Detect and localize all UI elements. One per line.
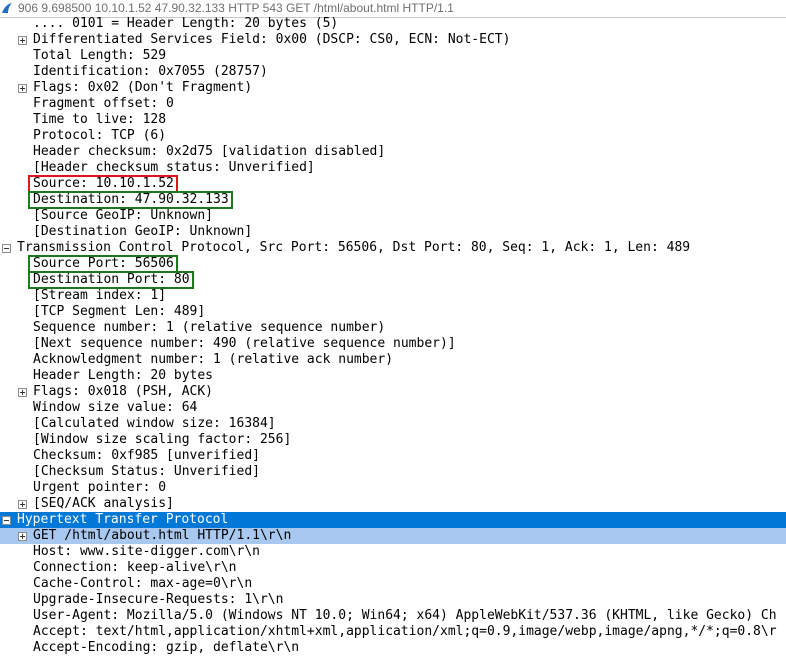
tree-row[interactable]: Destination: 47.90.32.133 [0,191,786,209]
tree-row[interactable]: [Window size scaling factor: 256] [0,432,786,448]
tree-row-label: Fragment offset: 0 [33,96,174,111]
tree-row[interactable]: [Stream index: 1] [0,288,786,304]
tree-row[interactable]: [Destination GeoIP: Unknown] [0,224,786,240]
tree-row[interactable]: [Checksum Status: Unverified] [0,464,786,480]
tree-row[interactable]: User-Agent: Mozilla/5.0 (Windows NT 10.0… [0,608,786,624]
tree-row[interactable]: [Next sequence number: 490 (relative seq… [0,336,786,352]
tree-row-label: Destination: 47.90.32.133 [33,192,229,207]
tree-row[interactable]: Protocol: TCP (6) [0,128,786,144]
tree-row[interactable]: Flags: 0x02 (Don't Fragment) [0,80,786,96]
tree-row-label: [Destination GeoIP: Unknown] [33,224,253,239]
tree-row-label: Upgrade-Insecure-Requests: 1\r\n [33,592,284,607]
tree-row[interactable]: Urgent pointer: 0 [0,480,786,496]
tree-row-label: Time to live: 128 [33,112,167,127]
tree-row-label: [TCP Segment Len: 489] [33,304,206,319]
shark-fin-icon [2,3,12,13]
tree-row[interactable]: .... 0101 = Header Length: 20 bytes (5) [0,16,786,32]
tree-row-label: Flags: 0x018 (PSH, ACK) [33,384,214,399]
tree-row-label: Header checksum: 0x2d75 [validation disa… [33,144,386,159]
tree-row-label: .... 0101 = Header Length: 20 bytes (5) [33,16,339,31]
tree-row[interactable]: Hypertext Transfer Protocol [0,512,786,528]
tree-row-label: Transmission Control Protocol, Src Port:… [17,240,691,255]
tree-row[interactable]: Cache-Control: max-age=0\r\n [0,576,786,592]
tree-row[interactable]: Source: 10.10.1.52 [0,175,786,193]
expand-icon[interactable] [18,36,27,45]
tree-row-label: Total Length: 529 [33,48,167,63]
tree-row-label: [Checksum Status: Unverified] [33,464,260,479]
tree-row-label: Connection: keep-alive\r\n [33,560,237,575]
tree-row-label: Header Length: 20 bytes [33,368,214,383]
expand-icon[interactable] [18,84,27,93]
tree-row-label: [SEQ/ACK analysis] [33,496,174,511]
tree-row-label: [Stream index: 1] [33,288,167,303]
tree-row[interactable]: Accept: text/html,application/xhtml+xml,… [0,624,786,640]
tree-row-label: [Window size scaling factor: 256] [33,432,292,447]
tree-row-label: Accept: text/html,application/xhtml+xml,… [33,624,777,639]
tree-row[interactable]: Transmission Control Protocol, Src Port:… [0,240,786,256]
tree-row-label: Cache-Control: max-age=0\r\n [33,576,253,591]
collapse-icon[interactable] [2,244,11,253]
tree-row-label: GET /html/about.html HTTP/1.1\r\n [33,528,292,543]
tree-row-label: Sequence number: 1 (relative sequence nu… [33,320,386,335]
tree-row-label: Flags: 0x02 (Don't Fragment) [33,80,253,95]
tree-row-label: Hypertext Transfer Protocol [17,512,229,527]
tree-row-label: [Header checksum status: Unverified] [33,160,315,175]
tree-row[interactable]: Flags: 0x018 (PSH, ACK) [0,384,786,400]
tree-row-label: [Calculated window size: 16384] [33,416,276,431]
tree-row[interactable]: Differentiated Services Field: 0x00 (DSC… [0,32,786,48]
tree-row-label: [Next sequence number: 490 (relative seq… [33,336,456,351]
expand-icon[interactable] [18,532,27,541]
tree-row[interactable]: Window size value: 64 [0,400,786,416]
tree-row-label: Acknowledgment number: 1 (relative ack n… [33,352,394,367]
tree-row[interactable]: Checksum: 0xf985 [unverified] [0,448,786,464]
expand-icon[interactable] [18,388,27,397]
tree-row-label: Source: 10.10.1.52 [33,176,174,191]
tree-row[interactable]: [Source GeoIP: Unknown] [0,208,786,224]
tree-row[interactable]: Fragment offset: 0 [0,96,786,112]
tree-row[interactable]: [Header checksum status: Unverified] [0,160,786,176]
tree-row[interactable]: [TCP Segment Len: 489] [0,304,786,320]
packet-summary: 906 9.698500 10.10.1.52 47.90.32.133 HTT… [18,1,454,15]
tree-row-label: Destination Port: 80 [33,272,190,287]
tree-row[interactable]: Connection: keep-alive\r\n [0,560,786,576]
tree-row[interactable]: Source Port: 56506 [0,255,786,273]
tree-row-label: Urgent pointer: 0 [33,480,167,495]
tree-row[interactable]: Total Length: 529 [0,48,786,64]
tree-row-label: Host: www.site-digger.com\r\n [33,544,260,559]
tree-row-label: Source Port: 56506 [33,256,174,271]
tree-row-label: Checksum: 0xf985 [unverified] [33,448,260,463]
tree-row[interactable]: Header Length: 20 bytes [0,368,786,384]
tree-row-label: Protocol: TCP (6) [33,128,167,143]
tree-row[interactable]: Upgrade-Insecure-Requests: 1\r\n [0,592,786,608]
tree-row-label: Accept-Encoding: gzip, deflate\r\n [33,640,300,655]
tree-row[interactable]: Host: www.site-digger.com\r\n [0,544,786,560]
tree-row[interactable]: Identification: 0x7055 (28757) [0,64,786,80]
tree-row-label: User-Agent: Mozilla/5.0 (Windows NT 10.0… [33,608,777,623]
collapse-icon[interactable] [2,516,11,525]
tree-row-label: Window size value: 64 [33,400,198,415]
tree-row[interactable]: Sequence number: 1 (relative sequence nu… [0,320,786,336]
tree-row[interactable]: GET /html/about.html HTTP/1.1\r\n [0,528,786,544]
tree-row[interactable]: Header checksum: 0x2d75 [validation disa… [0,144,786,160]
tree-row-label: Differentiated Services Field: 0x00 (DSC… [33,32,511,47]
tree-row-label: [Source GeoIP: Unknown] [33,208,214,223]
tree-row[interactable]: Time to live: 128 [0,112,786,128]
tree-row[interactable]: Accept-Encoding: gzip, deflate\r\n [0,640,786,656]
tree-row[interactable]: Acknowledgment number: 1 (relative ack n… [0,352,786,368]
tree-row[interactable]: [SEQ/ACK analysis] [0,496,786,512]
tree-row[interactable]: [Calculated window size: 16384] [0,416,786,432]
tree-row-label: Identification: 0x7055 (28757) [33,64,268,79]
expand-icon[interactable] [18,500,27,509]
tree-row[interactable]: Destination Port: 80 [0,271,786,289]
